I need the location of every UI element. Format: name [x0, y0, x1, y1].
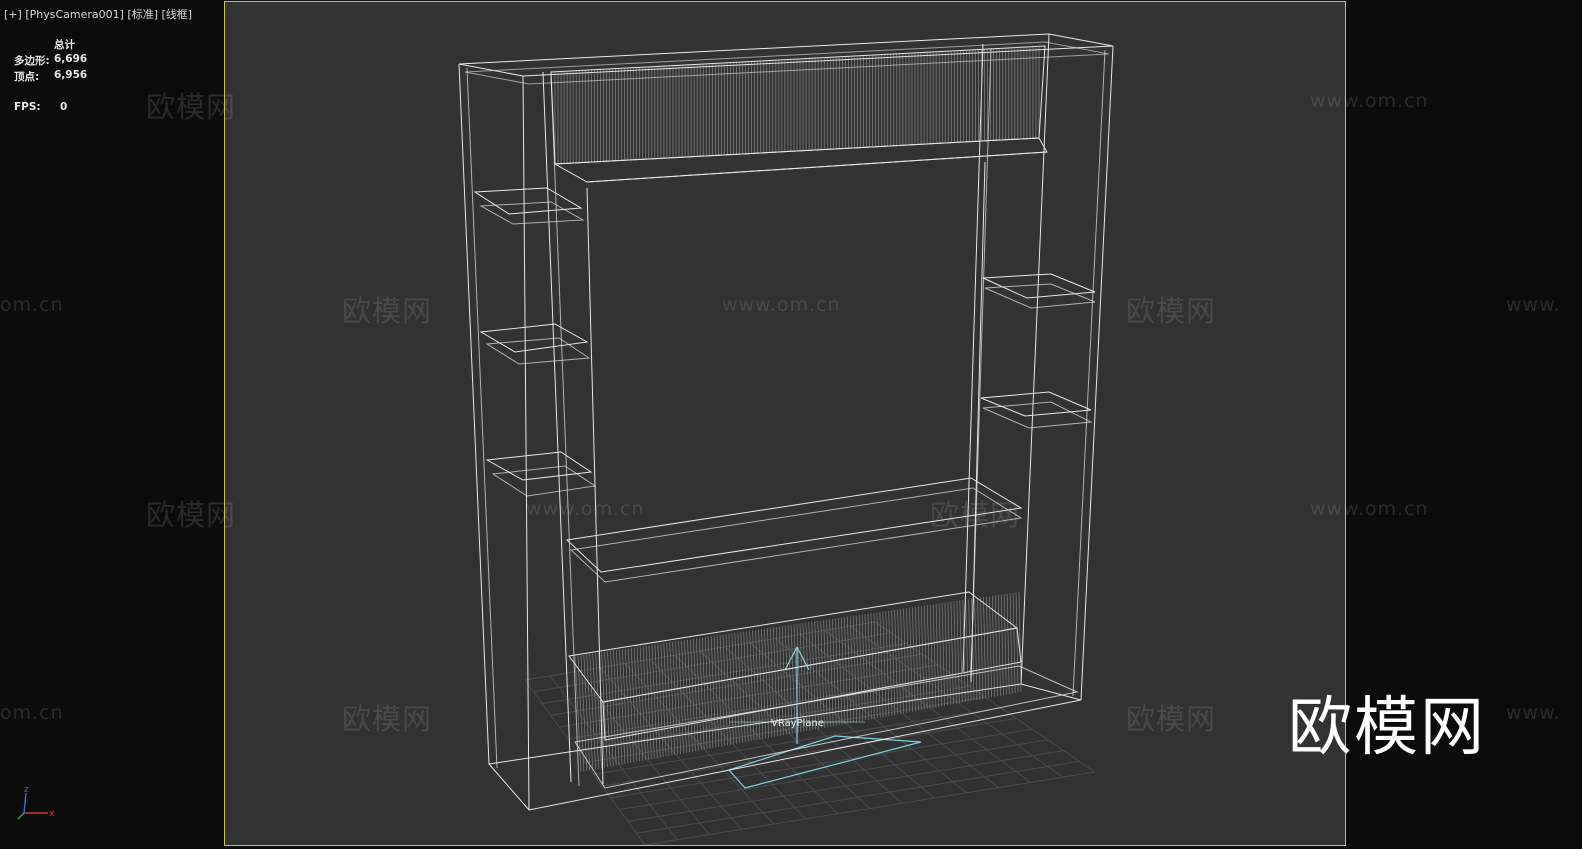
watermark-url-partial: www.: [1506, 294, 1561, 316]
viewport-camera-menu[interactable]: [PhysCamera001]: [25, 8, 124, 21]
x-axis-label: x: [49, 809, 55, 819]
watermark-cn: 欧模网: [342, 294, 433, 328]
viewport-mode-menu[interactable]: [线框]: [162, 8, 193, 21]
watermark-url-partial: om.cn: [0, 294, 64, 316]
y-axis-line: [17, 812, 25, 820]
watermark-url-partial: om.cn: [0, 702, 64, 724]
cabinet-wireframe[interactable]: [458, 33, 1114, 811]
viewport-label-menu[interactable]: [+] [PhysCamera001] [标准] [线框]: [4, 6, 192, 22]
stats-fps-label: FPS:: [14, 101, 41, 113]
z-axis-line: [23, 792, 27, 814]
watermark-url: www.om.cn: [722, 294, 841, 316]
watermark-cn: 欧模网: [146, 90, 237, 124]
watermark-url: www.om.cn: [1310, 498, 1429, 520]
stats-vertices-value: 6,956: [54, 69, 88, 81]
z-axis-label: z: [24, 785, 29, 795]
stats-polygons-value: 6,696: [54, 53, 88, 65]
brand-watermark-logo: 欧模网: [1288, 691, 1486, 765]
watermark-cn: 欧模网: [1126, 702, 1217, 736]
watermark-cn: 欧模网: [930, 498, 1021, 532]
stats-polygons-label: 多边形:: [14, 55, 50, 67]
watermark-cn: 欧模网: [342, 702, 433, 736]
axis-gizmo: x z: [17, 785, 55, 820]
watermark-cn: 欧模网: [146, 498, 237, 532]
stats-fps-value: 0: [60, 101, 68, 113]
viewport-plus-menu[interactable]: [+]: [4, 8, 22, 21]
stats-header: 总计: [54, 39, 75, 51]
watermark-url: www.om.cn: [526, 498, 645, 520]
vray-plane-label: VRayPlane: [771, 718, 824, 729]
watermark-url-partial: www.: [1506, 702, 1561, 724]
watermark-cn: 欧模网: [1126, 294, 1217, 328]
viewport-shading-menu[interactable]: [标准]: [127, 8, 158, 21]
stats-vertices-label: 顶点:: [14, 71, 40, 83]
watermark-url: www.om.cn: [1310, 90, 1429, 112]
